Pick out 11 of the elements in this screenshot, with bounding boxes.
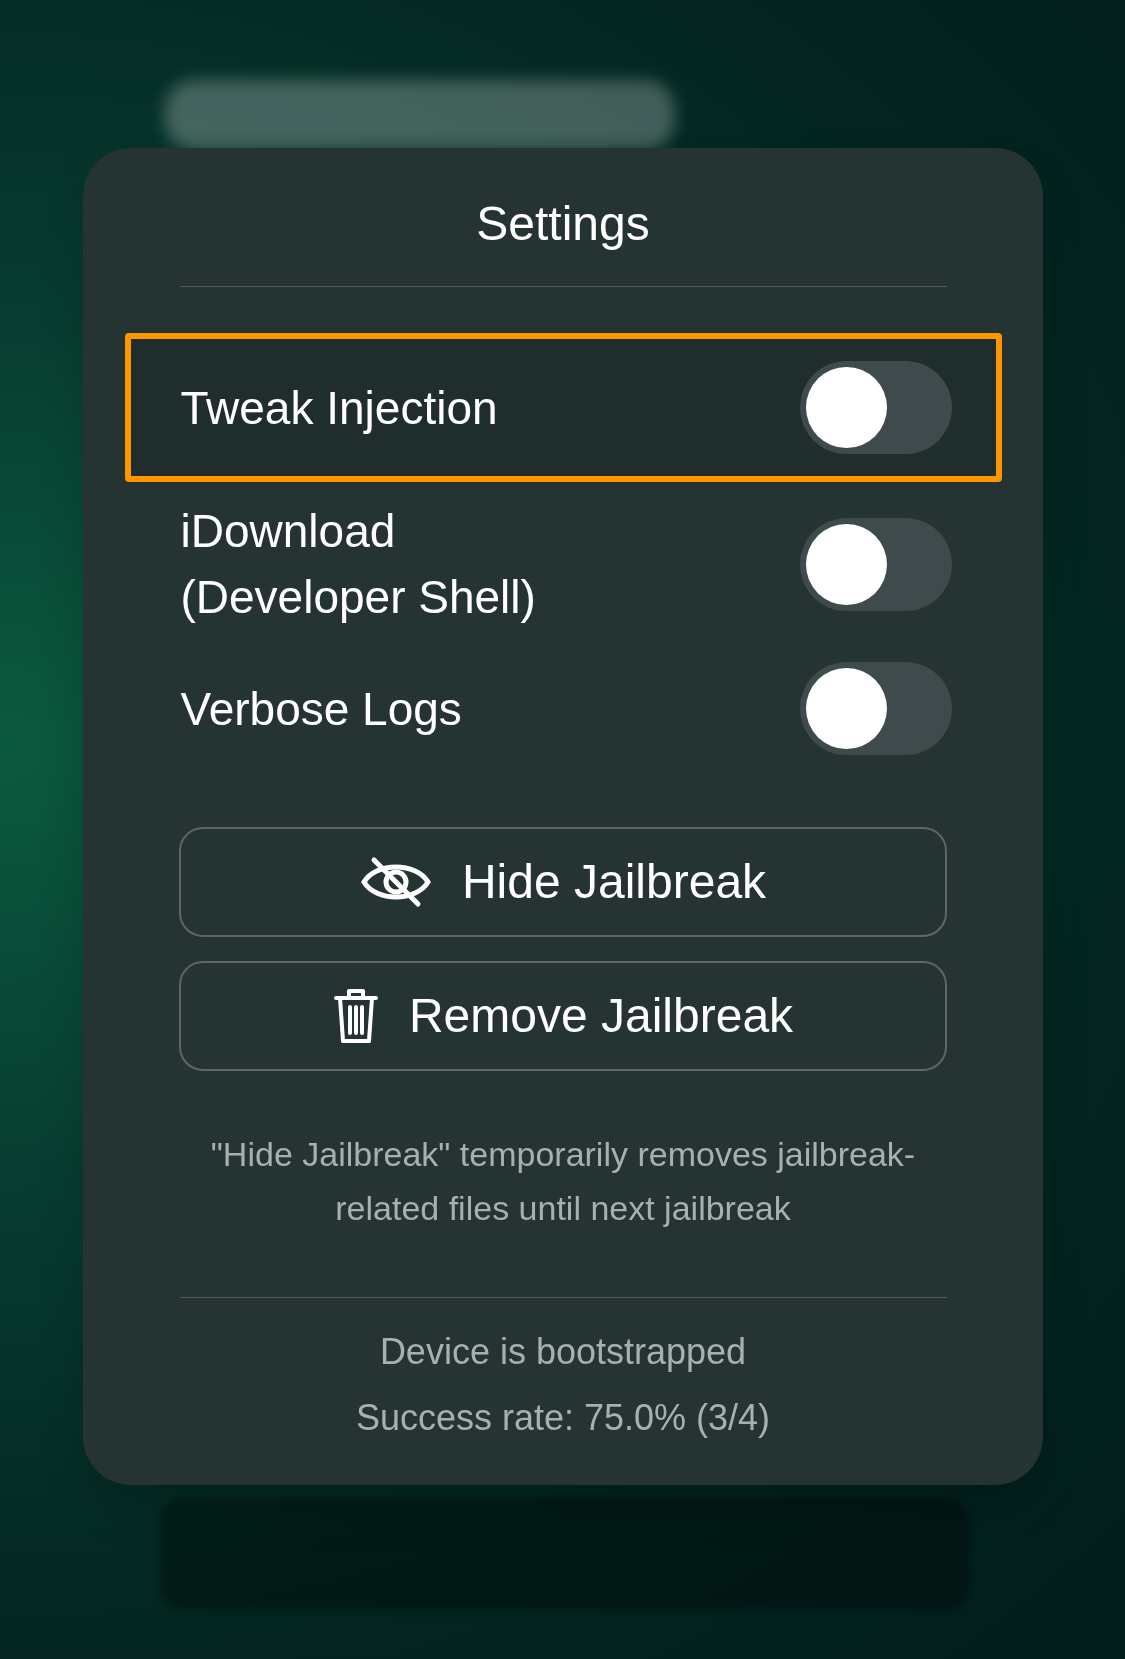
remove-jailbreak-button[interactable]: Remove Jailbreak (179, 961, 947, 1071)
option-label: Verbose Logs (180, 681, 462, 737)
eye-slash-icon (359, 856, 432, 908)
note-text: "Hide Jailbreak" temporarily removes jailbreak-related files until next jailbreak (209, 1134, 917, 1229)
trash-icon (332, 987, 379, 1045)
dialog-title: Settings (476, 200, 650, 248)
status-text: Success rate: 75.0% (3/4) (355, 1396, 771, 1440)
status-text: Device is bootstrapped (379, 1330, 747, 1374)
hide-jailbreak-button[interactable]: Hide Jailbreak (179, 827, 947, 937)
option-label: Tweak Injection (180, 380, 498, 436)
option-label: iDownload (Developer Shell) (180, 504, 536, 625)
